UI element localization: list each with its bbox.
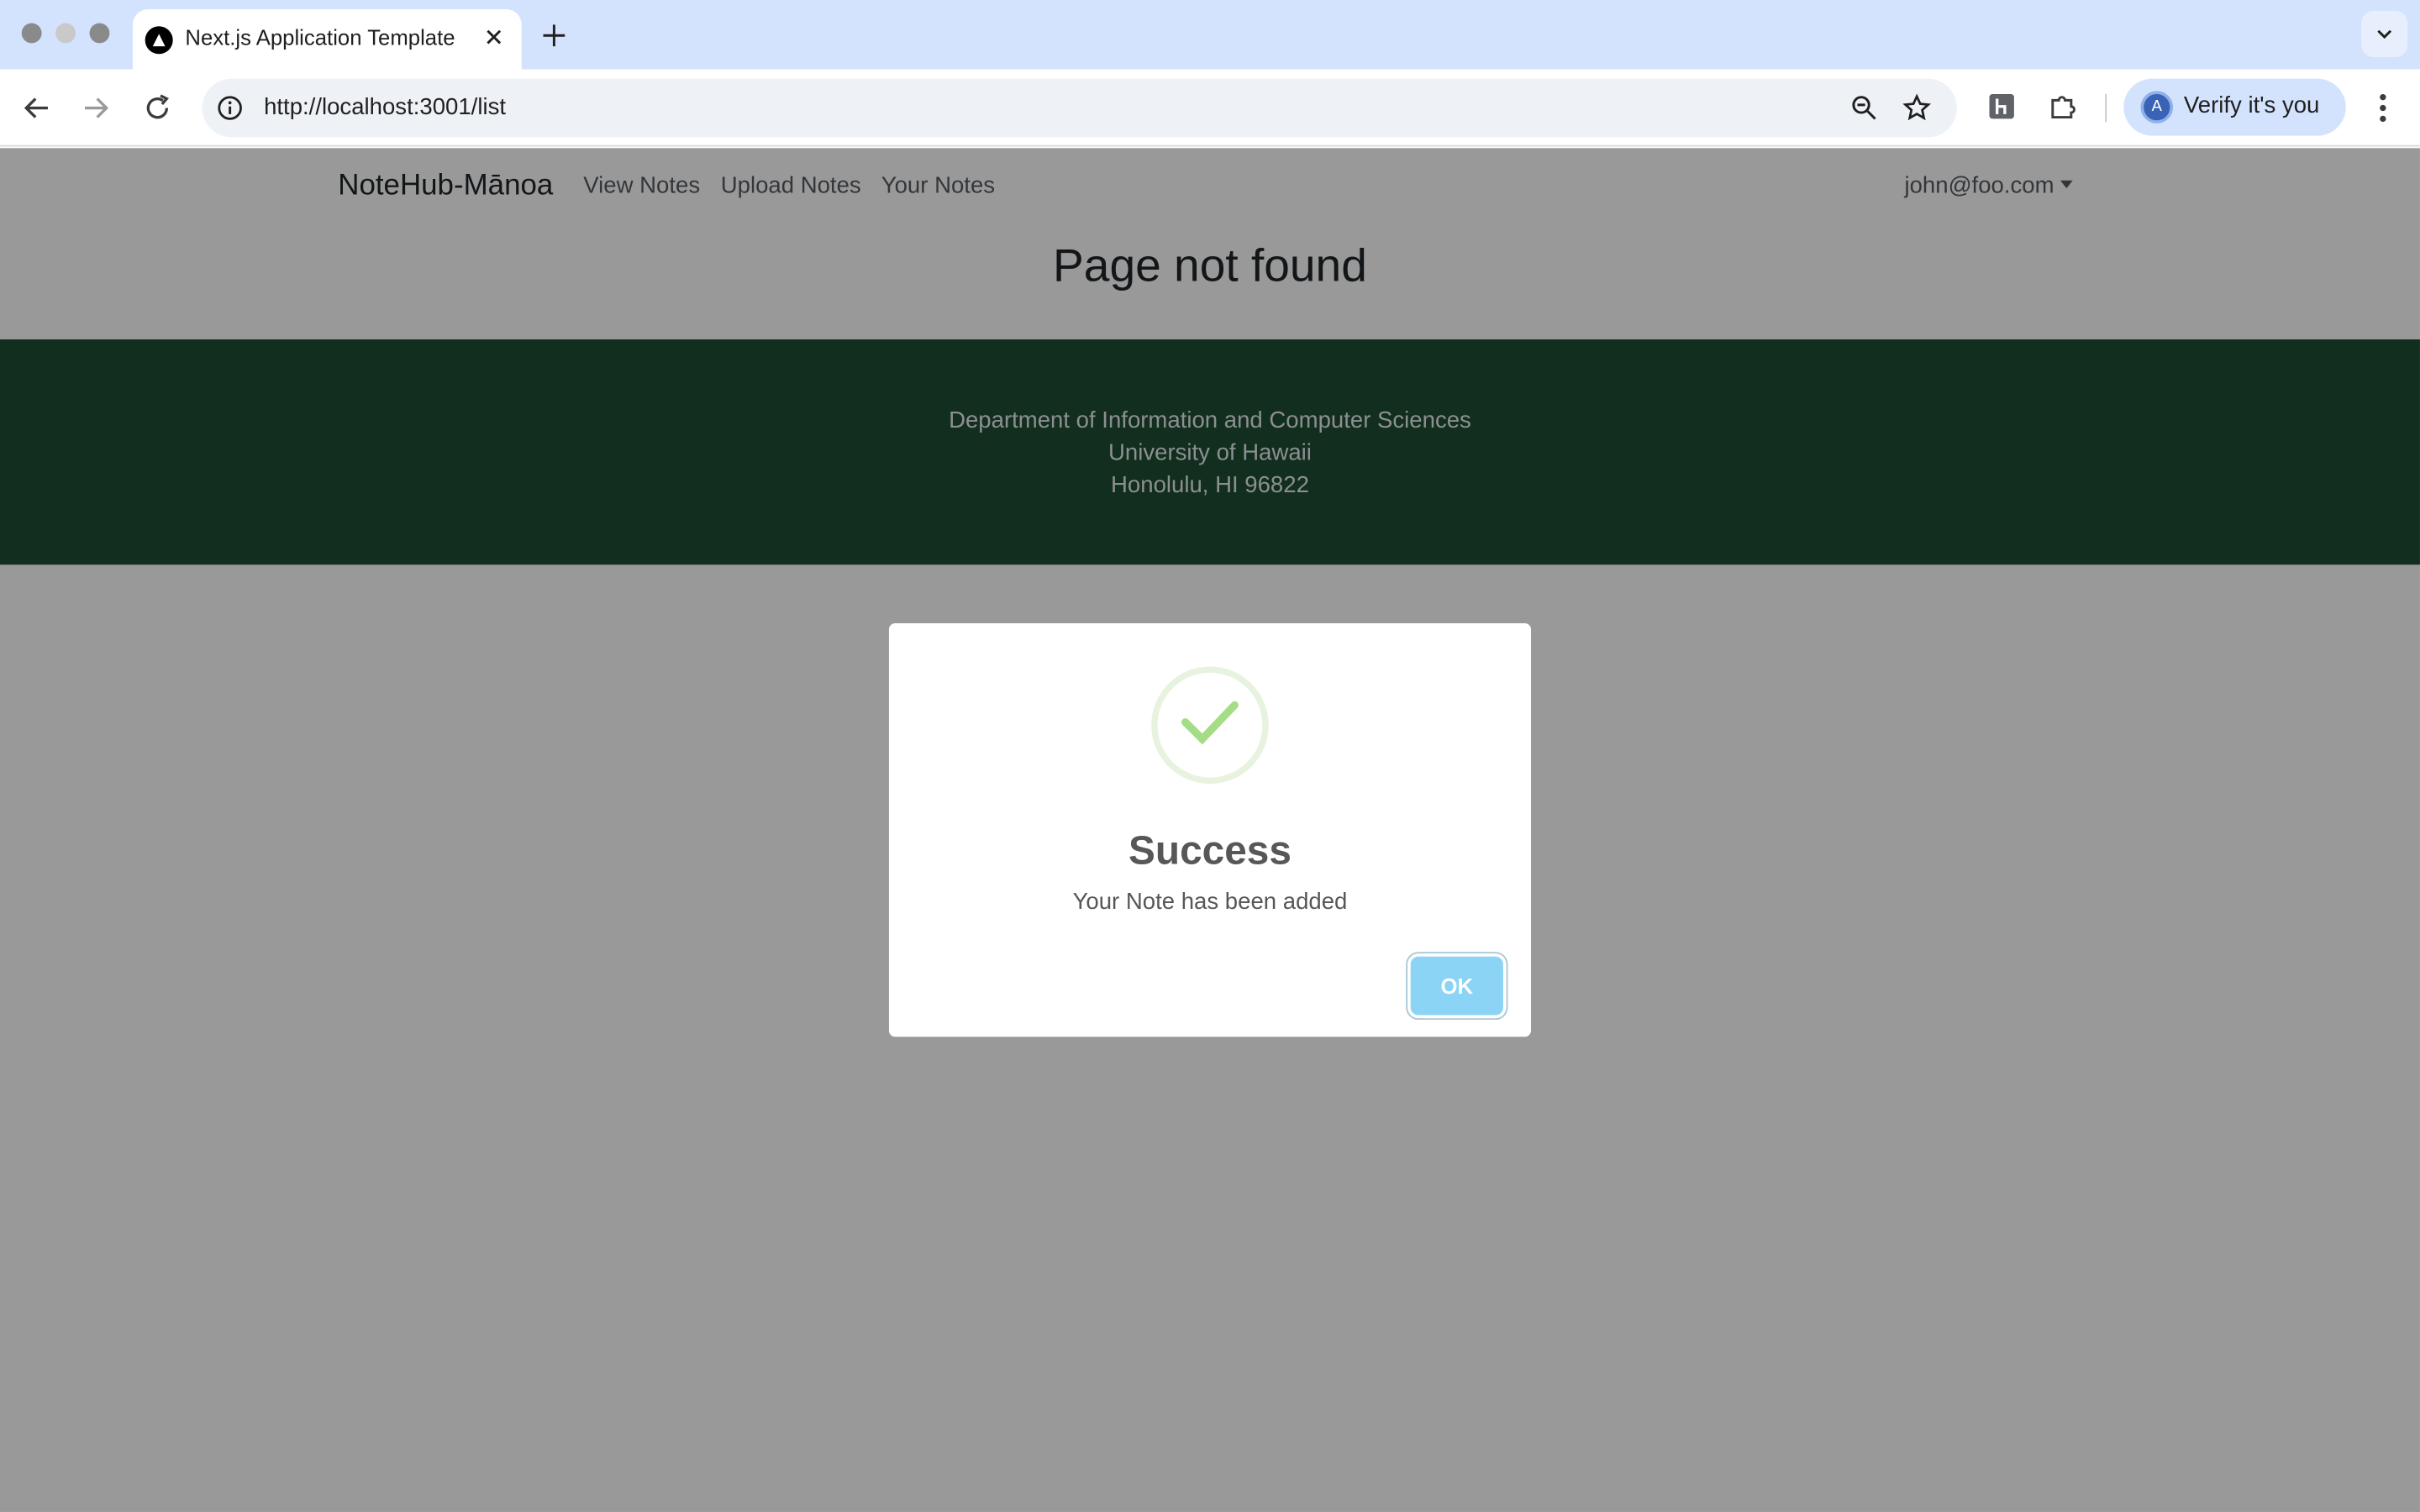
tab-close-icon[interactable]	[478, 22, 509, 53]
forward-arrow-icon[interactable]	[77, 90, 114, 127]
dialog-message: Your Note has been added	[1072, 888, 1348, 916]
profile-avatar: A	[2140, 91, 2174, 123]
success-dialog: Success Your Note has been added OK	[888, 623, 1532, 1037]
tab-strip: Next.js Application Template	[0, 0, 2420, 70]
checkmark-icon	[1151, 666, 1269, 785]
nextjs-favicon-icon	[145, 26, 173, 55]
verify-profile-button[interactable]: A Verify it's you	[2123, 78, 2346, 136]
browser-window: Next.js Application Template http://loca	[0, 0, 2420, 1512]
ok-button[interactable]: OK	[1410, 956, 1503, 1016]
back-arrow-icon[interactable]	[18, 90, 55, 127]
new-tab-plus-icon[interactable]	[537, 18, 571, 52]
reload-icon[interactable]	[139, 90, 176, 127]
honey-extension-icon[interactable]	[1986, 91, 2018, 122]
tab-title: Next.js Application Template	[185, 24, 455, 50]
browser-toolbar: http://localhost:3001/list A Verify it's…	[0, 69, 2420, 147]
verify-label: Verify it's you	[2183, 92, 2320, 119]
tab-search-chevron-icon[interactable]	[2361, 10, 2408, 57]
window-minimize-button[interactable]	[55, 23, 76, 44]
window-maximize-button[interactable]	[89, 23, 110, 44]
extensions-puzzle-icon[interactable]	[2046, 90, 2080, 123]
browser-tab[interactable]: Next.js Application Template	[132, 9, 522, 70]
browser-menu-kebab-icon[interactable]	[2366, 90, 2400, 127]
zoom-magnifier-icon[interactable]	[1849, 92, 1880, 123]
site-info-icon[interactable]	[216, 94, 244, 122]
address-bar[interactable]: http://localhost:3001/list	[202, 78, 1957, 138]
url-text[interactable]: http://localhost:3001/list	[264, 94, 506, 120]
bookmark-star-icon[interactable]	[1902, 92, 1933, 123]
dialog-title: Success	[1128, 827, 1292, 874]
window-close-button[interactable]	[21, 23, 42, 44]
toolbar-divider	[2105, 94, 2107, 123]
